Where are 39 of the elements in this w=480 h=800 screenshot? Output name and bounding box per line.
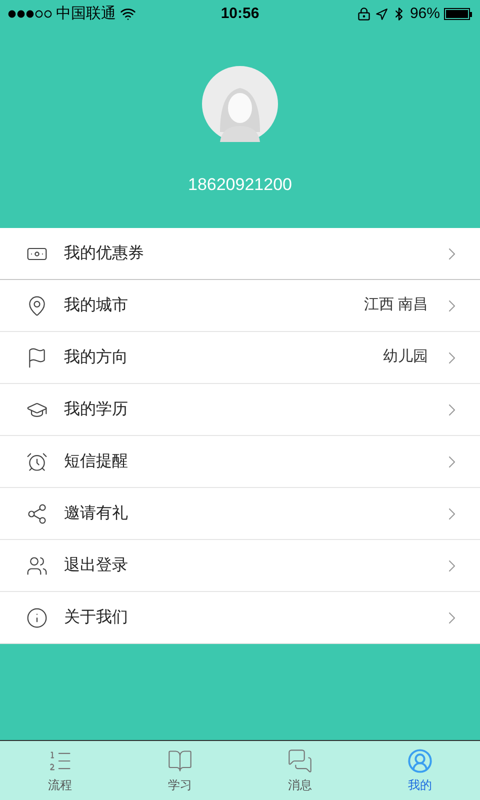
menu-label: 关于我们 (64, 608, 129, 628)
carrier-name: 中国联通 (56, 4, 116, 24)
signal-icon (8, 10, 52, 18)
menu-item[interactable]: 我的城市 江西 南昌 (0, 280, 480, 332)
menu-label: 我的城市 (64, 296, 129, 316)
tab[interactable]: 消息 (240, 741, 360, 800)
chat-bubbles-icon (287, 748, 313, 774)
menu-item[interactable]: 我的学历 (0, 384, 480, 436)
menu-item[interactable]: 短信提醒 (0, 436, 480, 488)
menu-item[interactable]: 关于我们 (0, 592, 480, 644)
menu-label: 短信提醒 (64, 452, 129, 472)
battery-icon (444, 8, 472, 20)
tab[interactable]: 学习 (120, 741, 240, 800)
info-icon (26, 606, 48, 628)
share-icon (26, 502, 48, 524)
location-icon (374, 8, 388, 20)
menu-item[interactable]: 邀请有礼 (0, 488, 480, 540)
menu-label: 我的学历 (64, 400, 129, 420)
users-icon (26, 554, 48, 576)
tab[interactable]: 我的 (360, 741, 480, 800)
map-pin-icon (26, 294, 48, 316)
user-icon (407, 748, 433, 774)
book-icon (167, 748, 193, 774)
tab[interactable]: 流程 (0, 741, 120, 800)
lock-icon (356, 7, 371, 21)
phone-number: 18620921200 (188, 174, 292, 196)
alarm-clock-icon (26, 450, 48, 472)
menu-item[interactable]: 退出登录 (0, 540, 480, 592)
menu-value: 江西 南昌 (364, 295, 428, 316)
menu-label: 退出登录 (64, 556, 129, 576)
menu-value: 幼儿园 (383, 347, 428, 368)
flag-icon (26, 346, 48, 368)
status-time: 10:56 (220, 4, 260, 24)
menu-label: 我的优惠券 (64, 244, 145, 264)
menu-label: 邀请有礼 (64, 504, 129, 524)
menu-label: 我的方向 (64, 348, 129, 368)
menu-item[interactable]: 我的方向 幼儿园 (0, 332, 480, 384)
wifi-icon (120, 6, 136, 22)
battery-percent: 96% (410, 4, 440, 24)
